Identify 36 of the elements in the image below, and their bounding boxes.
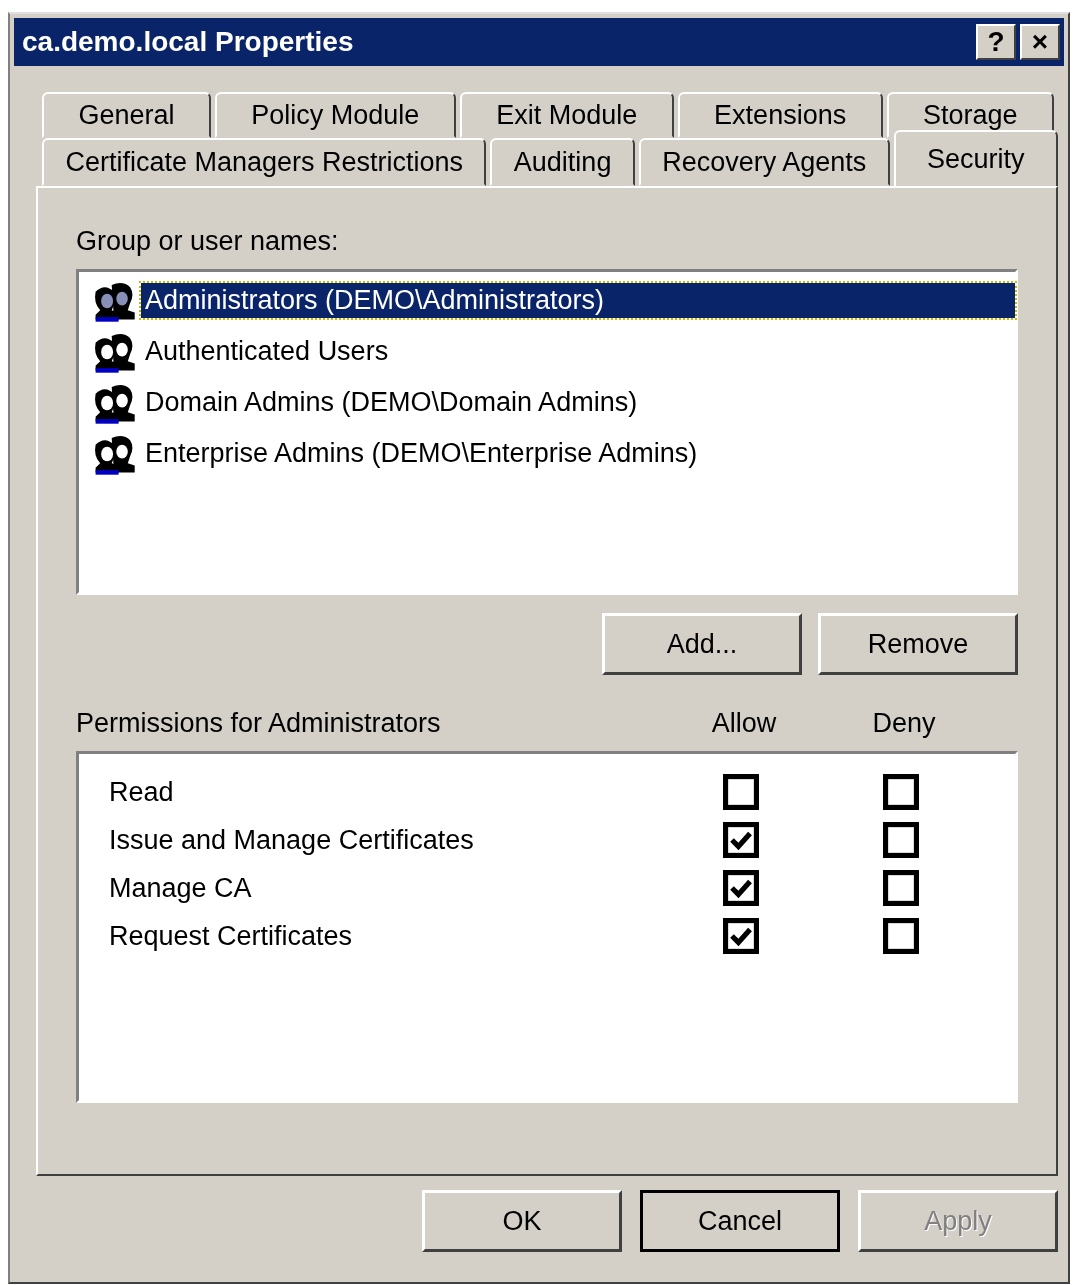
deny-checkbox[interactable]	[883, 870, 919, 906]
column-header: Deny	[871, 707, 937, 739]
group-item[interactable]: Enterprise Admins (DEMO\Enterprise Admins)	[141, 436, 1015, 471]
deny-checkbox[interactable]	[883, 774, 919, 810]
add-button[interactable]: Add...	[602, 613, 802, 675]
deny-checkbox[interactable]	[883, 918, 919, 954]
allow-checkbox[interactable]	[723, 822, 759, 858]
tab[interactable]: Certificate Managers Restrictions	[42, 138, 487, 186]
tab[interactable]: General	[42, 92, 211, 138]
permission-name: Read	[109, 776, 175, 808]
help-button[interactable]: ?	[976, 24, 1016, 60]
window-title: ca.demo.local Properties	[22, 26, 354, 58]
ok-button[interactable]: OK	[422, 1190, 622, 1252]
group-list-label: Group or user names:	[76, 226, 340, 257]
tab[interactable]: Exit Module	[459, 92, 674, 138]
tab[interactable]: Auditing	[490, 138, 635, 186]
allow-checkbox[interactable]	[723, 774, 759, 810]
group-item[interactable]: Authenticated Users	[141, 334, 1015, 369]
permission-name: Issue and Manage Certificates	[109, 824, 475, 856]
group-item[interactable]: Domain Admins (DEMO\Domain Admins)	[141, 385, 1015, 420]
tab[interactable]: Extensions	[677, 92, 883, 138]
permission-name: Request Certificates	[109, 920, 354, 952]
deny-checkbox[interactable]	[883, 822, 919, 858]
column-header: Allow	[710, 707, 778, 739]
allow-checkbox[interactable]	[723, 870, 759, 906]
close-button[interactable]: ×	[1020, 24, 1060, 60]
tab[interactable]: Policy Module	[214, 92, 456, 138]
cancel-button[interactable]: Cancel	[640, 1190, 840, 1252]
group-list[interactable]: Administrators (DEMO\Administrators) Authenticated Users Domain Admins (DEMO\Domain Admins) Enterprise Admins (DEMO\Enterprise Admins)	[76, 269, 1018, 595]
tab[interactable]: Security	[893, 130, 1058, 186]
permission-name: Manage CA	[109, 872, 253, 904]
tab[interactable]: Recovery Agents	[638, 138, 890, 186]
remove-button[interactable]: Remove	[818, 613, 1018, 675]
allow-checkbox[interactable]	[723, 918, 759, 954]
permissions-label: Permissions for Administrators	[76, 707, 442, 739]
group-item[interactable]: Administrators (DEMO\Administrators)	[141, 283, 1015, 318]
